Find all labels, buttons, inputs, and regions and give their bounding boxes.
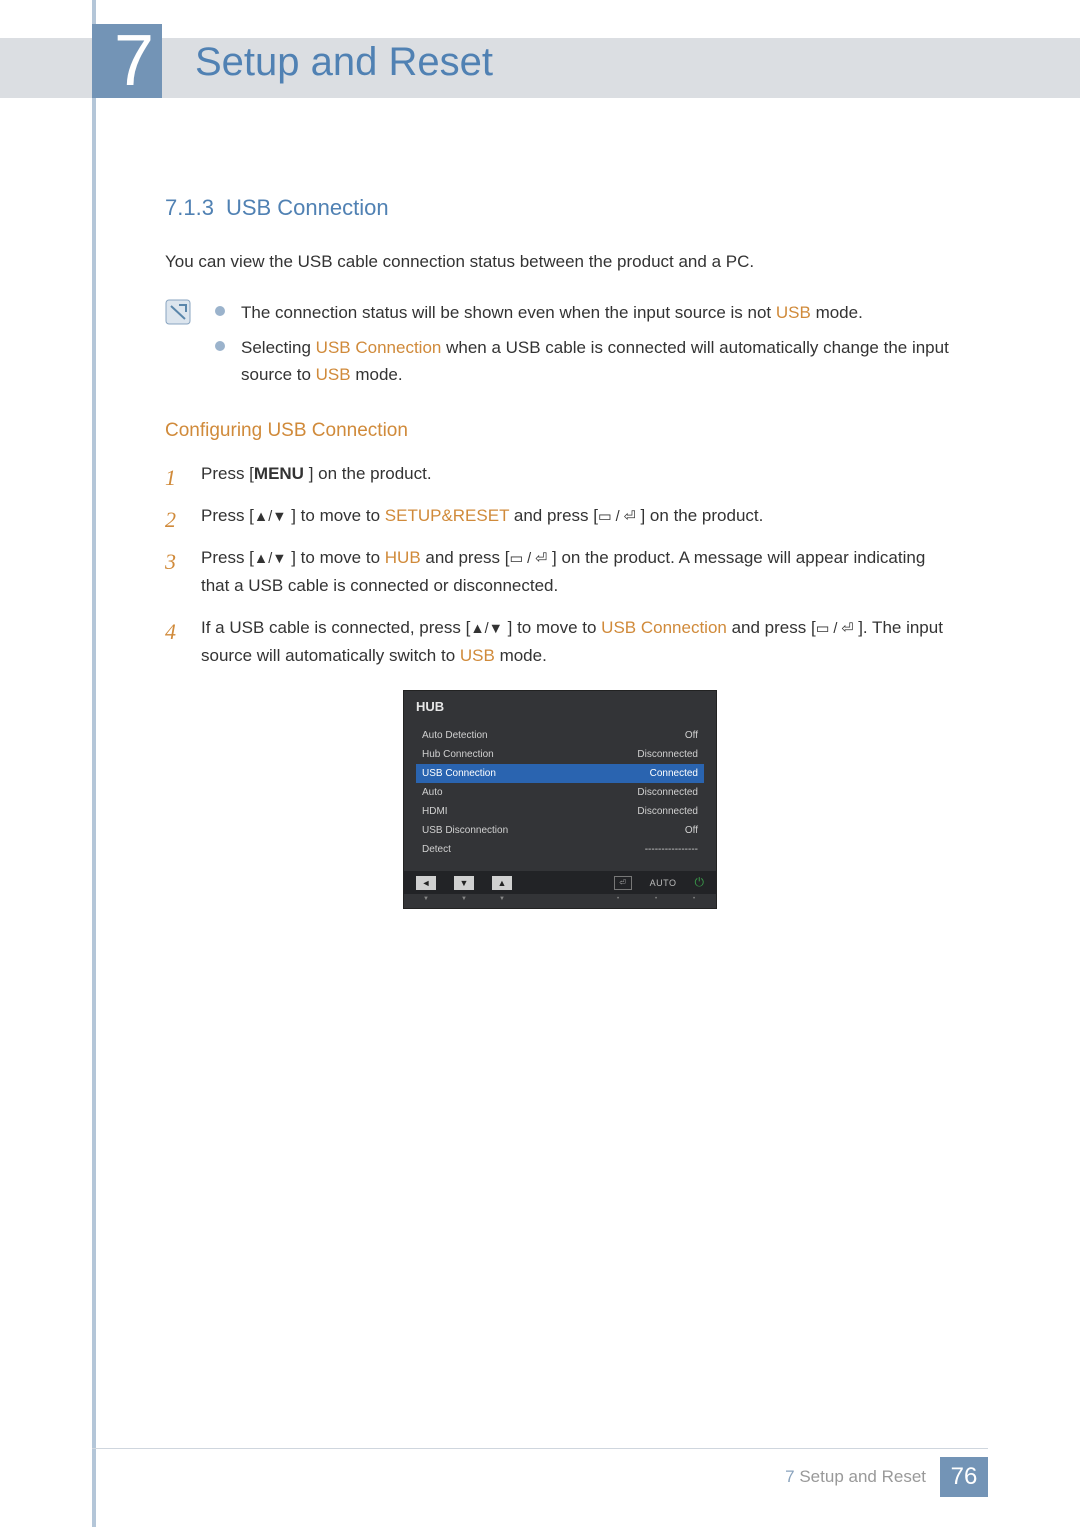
- step-2: Press [▲/▼ ] to move to SETUP&RESET and …: [165, 502, 955, 530]
- section-intro: You can view the USB cable connection st…: [165, 249, 955, 275]
- footer-divider: [92, 1448, 988, 1449]
- step-3: Press [▲/▼ ] to move to HUB and press [▭…: [165, 544, 955, 600]
- osd-item: HDMIDisconnected: [416, 802, 704, 821]
- section-heading: 7.1.3 USB Connection: [165, 195, 955, 221]
- osd-item: Auto DetectionOff: [416, 726, 704, 745]
- osd-source-icon: ⏎: [614, 876, 632, 890]
- left-accent-bar: [92, 0, 96, 1527]
- osd-back-icon: ◄: [416, 876, 436, 890]
- osd-item: Hub ConnectionDisconnected: [416, 745, 704, 764]
- osd-button-row: ◄ ▼ ▲ ⏎ AUTO ⏻: [404, 871, 716, 894]
- chapter-title: Setup and Reset: [195, 40, 493, 85]
- chapter-number-box: 7: [92, 24, 162, 98]
- osd-item: Detect----------------: [416, 840, 704, 859]
- note-icon: [165, 299, 191, 325]
- note-body: The connection status will be shown even…: [215, 299, 955, 397]
- osd-indicator-row: ▼▼▼ •••: [404, 894, 716, 908]
- note-item: The connection status will be shown even…: [215, 299, 955, 326]
- osd-item: USB DisconnectionOff: [416, 821, 704, 840]
- osd-down-icon: ▼: [454, 876, 474, 890]
- footer-chapter: 7 Setup and Reset: [785, 1467, 926, 1487]
- osd-power-icon: ⏻: [695, 875, 705, 890]
- section-number: 7.1.3: [165, 195, 214, 220]
- section-title: USB Connection: [226, 195, 389, 220]
- osd-up-icon: ▲: [492, 876, 512, 890]
- main-content: 7.1.3 USB Connection You can view the USB…: [165, 195, 955, 909]
- header-band: [0, 38, 1080, 98]
- steps-list: Press [MENU ] on the product. Press [▲/▼…: [165, 460, 955, 670]
- osd-item-selected: USB ConnectionConnected: [416, 764, 704, 783]
- note-block: The connection status will be shown even…: [165, 299, 955, 397]
- osd-title: HUB: [404, 691, 716, 720]
- osd-item: AutoDisconnected: [416, 783, 704, 802]
- osd-menu: Auto DetectionOff Hub ConnectionDisconne…: [404, 720, 716, 871]
- footer-page-number: 76: [940, 1457, 988, 1497]
- configuring-heading: Configuring USB Connection: [165, 420, 955, 442]
- step-1: Press [MENU ] on the product.: [165, 460, 955, 488]
- step-4: If a USB cable is connected, press [▲/▼ …: [165, 614, 955, 670]
- osd-auto-label: AUTO: [650, 878, 677, 888]
- footer: 7 Setup and Reset 76: [0, 1457, 1080, 1497]
- osd-screenshot: HUB Auto DetectionOff Hub ConnectionDisc…: [403, 690, 717, 909]
- note-item: Selecting USB Connection when a USB cabl…: [215, 334, 955, 388]
